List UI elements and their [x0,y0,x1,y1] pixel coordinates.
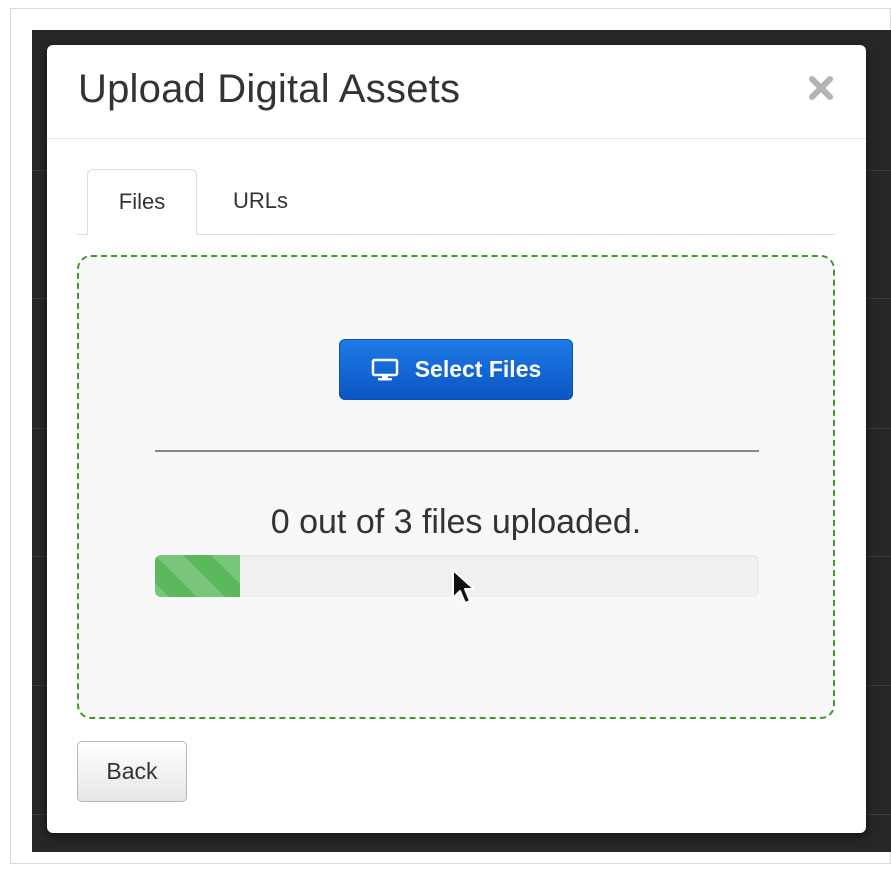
modal-title: Upload Digital Assets [78,67,461,111]
back-button[interactable]: Back [77,741,187,802]
mouse-cursor-icon [452,569,475,604]
file-dropzone[interactable]: Select Files 0 out of 3 files uploaded. [77,255,835,719]
upload-progress-fill [155,555,240,597]
close-icon [809,76,833,100]
tab-urls[interactable]: URLs [227,169,357,233]
modal-header: Upload Digital Assets [47,45,866,139]
select-files-label: Select Files [414,356,542,382]
close-button[interactable] [806,73,836,103]
upload-status-text: 0 out of 3 files uploaded. [270,503,642,541]
dropzone-divider [155,450,759,452]
monitor-icon [371,358,398,380]
tab-files[interactable]: Files [87,169,197,235]
select-files-button[interactable]: Select Files [339,339,573,400]
tab-bar: Files URLs [77,169,835,235]
upload-modal: Upload Digital Assets Files URLs Select … [47,45,866,833]
